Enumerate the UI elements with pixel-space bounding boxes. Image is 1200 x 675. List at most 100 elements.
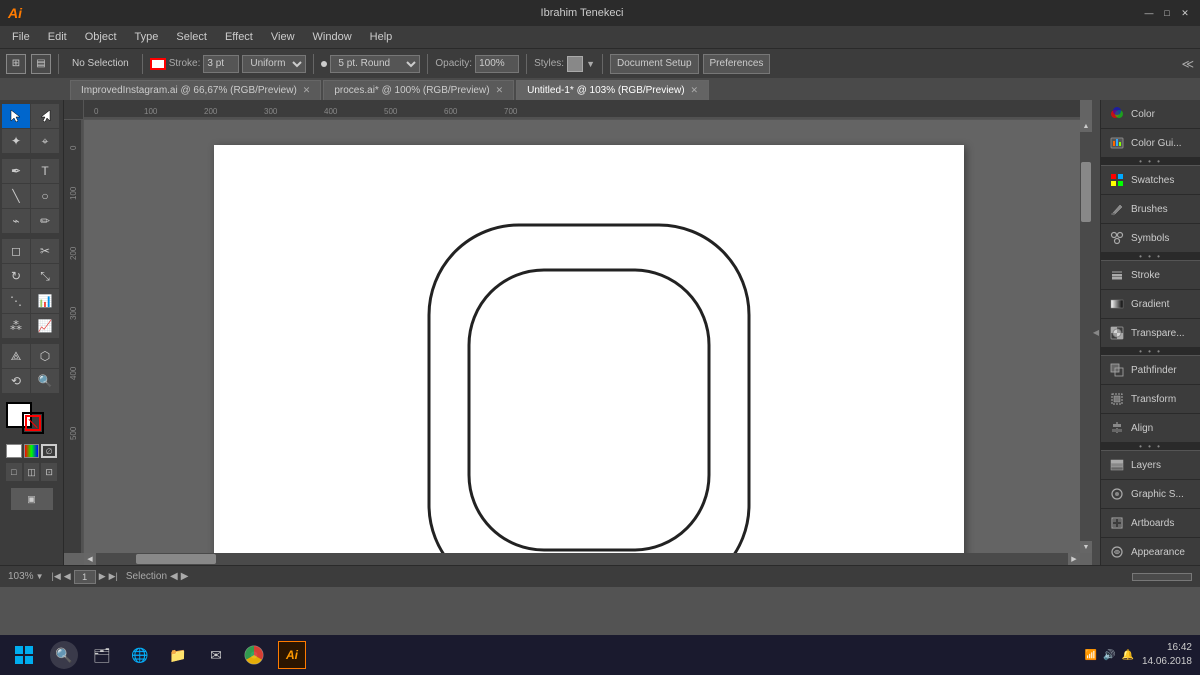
toolbar-view-icon[interactable]: ▤ <box>31 54 51 74</box>
panel-artboards[interactable]: Artboards <box>1101 509 1200 538</box>
direct-selection-tool[interactable] <box>31 104 59 128</box>
draw-behind-btn[interactable]: ◫ <box>24 463 40 481</box>
preferences-button[interactable]: Preferences <box>703 54 771 74</box>
rotate-tool[interactable]: ↻ <box>2 264 30 288</box>
network-icon[interactable]: 📶 <box>1085 650 1097 661</box>
scrollbar-horizontal[interactable]: ◀ ▶ <box>84 553 1080 565</box>
toolbar-layout-icon[interactable]: ⊞ <box>6 54 26 74</box>
lasso-tool[interactable]: ⌖ <box>31 129 59 153</box>
warp-tool[interactable]: ⋱ <box>2 289 30 313</box>
taskbar-explorer-btn[interactable]: 📁 <box>164 641 192 669</box>
vscroll-thumb[interactable] <box>1081 162 1091 222</box>
nav-first-btn[interactable]: |◀ <box>52 571 61 582</box>
panel-collapse-handle[interactable]: ◀ <box>1092 100 1100 565</box>
eraser-tool[interactable]: ◻ <box>2 239 30 263</box>
zoom-control[interactable]: 103% ▼ <box>8 571 44 582</box>
tab-2[interactable]: Untitled-1* @ 103% (RGB/Preview) ✕ <box>516 80 709 100</box>
panel-color-guide[interactable]: Color Gui... <box>1101 129 1200 158</box>
screen-mode-btn[interactable]: ▣ <box>6 488 57 510</box>
notification-icon[interactable]: 🔔 <box>1121 650 1133 661</box>
tab-1-close[interactable]: ✕ <box>496 85 504 96</box>
scroll-down-btn[interactable]: ▼ <box>1080 541 1092 553</box>
tab-0-close[interactable]: ✕ <box>303 85 311 96</box>
zoom-tool[interactable]: 🔍 <box>31 369 59 393</box>
panel-color[interactable]: Color <box>1101 100 1200 129</box>
status-arrow-left[interactable]: ◀ <box>170 571 178 582</box>
nav-last-btn[interactable]: ▶| <box>109 571 118 582</box>
menu-window[interactable]: Window <box>305 29 360 45</box>
screen-mode-icon[interactable]: ▣ <box>11 488 53 510</box>
taskbar-browser-btn[interactable]: 🌐 <box>126 641 154 669</box>
minimize-button[interactable]: — <box>1142 6 1156 20</box>
pen-tool[interactable]: ✒ <box>2 159 30 183</box>
menu-object[interactable]: Object <box>77 29 125 45</box>
opacity-input[interactable] <box>475 55 519 73</box>
panel-transparency[interactable]: Transpare... <box>1101 319 1200 348</box>
draw-inside-btn[interactable]: ⊡ <box>41 463 57 481</box>
panel-pathfinder[interactable]: Pathfinder <box>1101 356 1200 385</box>
perspective-tool[interactable]: ⬡ <box>31 344 59 368</box>
taskbar-ai-btn[interactable]: Ai <box>278 641 306 669</box>
line-tool[interactable]: ╲ <box>2 184 30 208</box>
magic-wand-tool[interactable]: ✦ <box>2 129 30 153</box>
maximize-button[interactable]: □ <box>1160 6 1174 20</box>
close-button[interactable]: ✕ <box>1178 6 1192 20</box>
menu-select[interactable]: Select <box>168 29 215 45</box>
scroll-left-btn[interactable]: ◀ <box>84 553 96 565</box>
panel-graphic-styles[interactable]: Graphic S... <box>1101 480 1200 509</box>
nav-prev-btn[interactable]: ◀ <box>64 571 71 582</box>
panel-align[interactable]: Align <box>1101 414 1200 443</box>
pencil-tool[interactable]: ✏ <box>31 209 59 233</box>
toolbar-collapse-icon[interactable]: ≪ <box>1181 57 1194 71</box>
start-button[interactable] <box>8 639 40 671</box>
menu-file[interactable]: File <box>4 29 38 45</box>
dot-style-select[interactable]: 5 pt. Round <box>330 55 420 73</box>
scroll-right-btn[interactable]: ▶ <box>1068 553 1080 565</box>
scale-tool[interactable]: ⤡ <box>31 264 59 288</box>
styles-dropdown[interactable]: ▼ <box>586 59 595 69</box>
tab-0[interactable]: ImprovedInstagram.ai @ 66,67% (RGB/Previ… <box>70 80 321 100</box>
panel-symbols[interactable]: Symbols <box>1101 224 1200 253</box>
menu-help[interactable]: Help <box>362 29 401 45</box>
taskbar-mail-btn[interactable]: ✉ <box>202 641 230 669</box>
tab-2-close[interactable]: ✕ <box>691 85 699 96</box>
taskbar-chrome-btn[interactable] <box>240 641 268 669</box>
status-arrow-right[interactable]: ▶ <box>181 571 189 582</box>
clock[interactable]: 16:42 14.06.2018 <box>1142 641 1192 669</box>
scissors-tool[interactable]: ✂ <box>31 239 59 263</box>
hscroll-thumb[interactable] <box>136 554 216 564</box>
nav-next-btn[interactable]: ▶ <box>99 571 106 582</box>
blend-tool[interactable]: ⟁ <box>2 344 30 368</box>
panel-gradient[interactable]: Gradient <box>1101 290 1200 319</box>
none-stroke[interactable]: ∅ <box>41 444 57 458</box>
panel-transform[interactable]: Transform <box>1101 385 1200 414</box>
scrollbar-vertical[interactable]: ▲ ▼ <box>1080 120 1092 553</box>
document-setup-button[interactable]: Document Setup <box>610 54 699 74</box>
window-controls[interactable]: — □ ✕ <box>1142 6 1192 20</box>
menu-edit[interactable]: Edit <box>40 29 75 45</box>
ellipse-tool[interactable]: ○ <box>31 184 59 208</box>
symbol-sprayer[interactable]: ⁂ <box>2 314 30 338</box>
panel-brushes[interactable]: Brushes <box>1101 195 1200 224</box>
draw-normal-btn[interactable]: □ <box>6 463 22 481</box>
taskbar-taskview-btn[interactable]: 🗂 <box>88 641 116 669</box>
panel-swatches[interactable]: Swatches <box>1101 166 1200 195</box>
stroke-color-box[interactable] <box>22 412 44 434</box>
transform-again-tool[interactable]: ⟲ <box>2 369 30 393</box>
gradient-color[interactable] <box>24 444 40 458</box>
zoom-dropdown[interactable]: ▼ <box>36 572 44 581</box>
bar-chart-tool[interactable]: 📈 <box>31 314 59 338</box>
menu-type[interactable]: Type <box>127 29 167 45</box>
scroll-up-btn[interactable]: ▲ <box>1080 120 1092 132</box>
chart-tool[interactable]: 📊 <box>31 289 59 313</box>
panel-appearance[interactable]: Appearance <box>1101 538 1200 565</box>
artboard-num-input[interactable] <box>74 570 96 584</box>
selection-tool[interactable] <box>2 104 30 128</box>
panel-layers[interactable]: Layers <box>1101 451 1200 480</box>
stroke-input[interactable] <box>203 55 239 73</box>
menu-effect[interactable]: Effect <box>217 29 261 45</box>
volume-icon[interactable]: 🔊 <box>1103 650 1115 661</box>
styles-preview[interactable] <box>567 56 583 72</box>
tab-1[interactable]: proces.ai* @ 100% (RGB/Preview) ✕ <box>323 80 514 100</box>
stroke-type-select[interactable]: Uniform <box>242 55 306 73</box>
